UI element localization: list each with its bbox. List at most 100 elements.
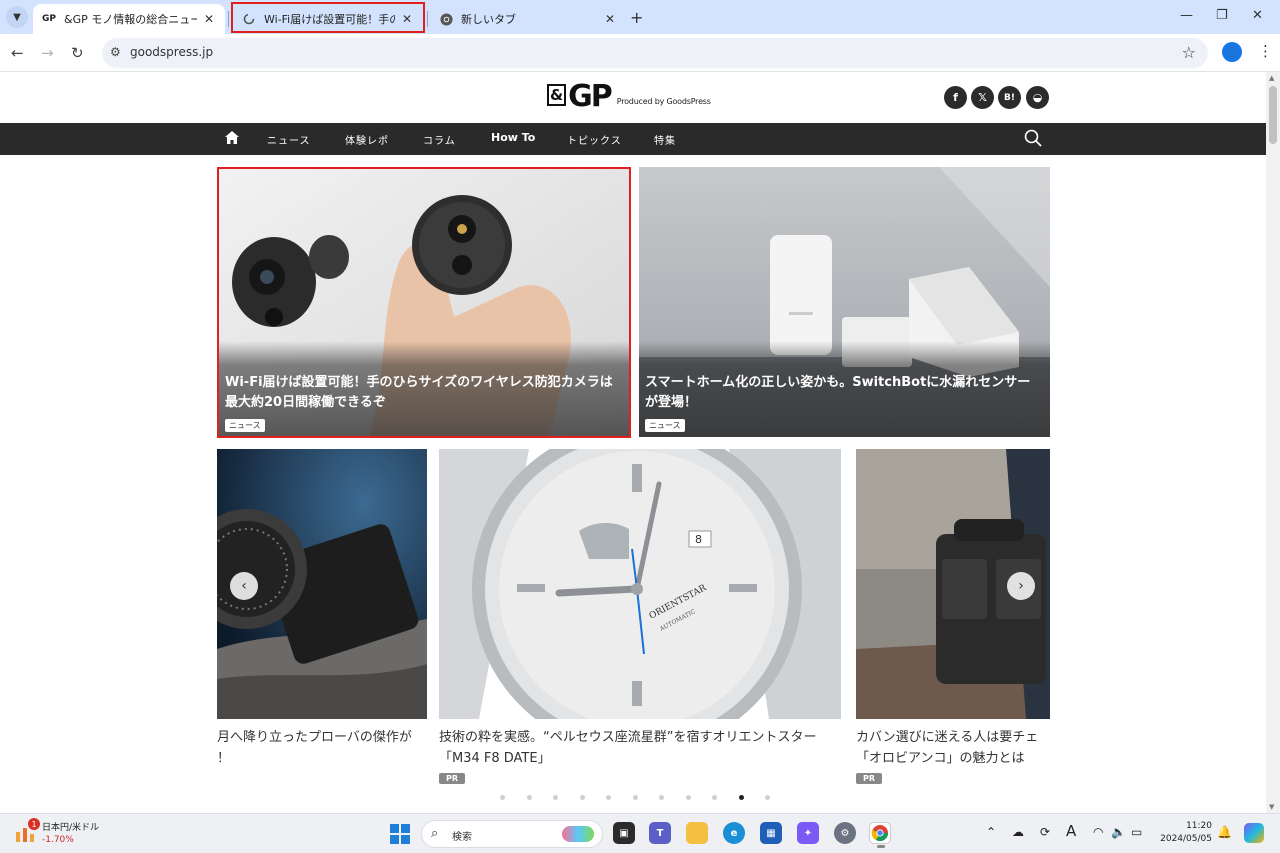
nav-features[interactable]: 特集 xyxy=(654,132,676,147)
chevron-down-icon: ▼ xyxy=(13,11,21,23)
carousel-dot[interactable] xyxy=(526,795,532,800)
back-arrow-icon[interactable]: ← xyxy=(11,44,24,62)
windows-start-icon[interactable] xyxy=(390,824,410,844)
tray-overflow-chevron-icon[interactable]: ⌃ xyxy=(986,825,996,839)
feature-highlight-box xyxy=(217,167,631,438)
ime-indicator[interactable]: A xyxy=(1066,822,1076,840)
tab-separator xyxy=(228,11,229,27)
copilot-pre-icon[interactable] xyxy=(1244,823,1264,843)
facebook-icon[interactable]: f xyxy=(944,86,967,109)
carousel-dot[interactable] xyxy=(685,795,691,800)
carousel-dot[interactable] xyxy=(553,795,558,800)
address-bar[interactable]: ⚙ goodspress.jp ☆ xyxy=(102,38,1208,68)
notifications-bell-icon[interactable]: 🔔 xyxy=(1217,825,1232,839)
browser-toolbar: ← → ↻ ⚙ goodspress.jp ☆ 👤 ⋮ xyxy=(0,34,1280,72)
caption-line: 技術の粋を実感。“ペルセウス座流星群”を宿すオリエントスター xyxy=(439,730,817,745)
wifi-icon[interactable]: ◠ xyxy=(1093,825,1103,839)
notification-badge: 1 xyxy=(28,818,40,830)
carousel-dot[interactable] xyxy=(579,795,585,800)
carousel-slide-orient-star[interactable]: 8 ORIENTSTAR AUTOMATIC xyxy=(439,449,841,719)
profile-avatar-icon[interactable]: 👤 xyxy=(1222,42,1242,62)
carousel-dot[interactable] xyxy=(606,795,611,800)
feature-card-switchbot[interactable]: スマートホーム化の正しい姿かも。SwitchBotに水漏れセンサーが登場！ ニュ… xyxy=(639,167,1050,437)
search-icon: ⌕ xyxy=(431,826,439,841)
gp-favicon-icon: GP xyxy=(42,14,56,24)
cloud-offline-icon[interactable]: ☁ xyxy=(1012,825,1024,839)
carousel-dot[interactable] xyxy=(500,795,505,800)
site-info-icon[interactable]: ⚙ xyxy=(110,45,121,59)
chrome-icon[interactable] xyxy=(869,822,891,848)
teams-icon[interactable]: T xyxy=(649,822,671,844)
microsoft-store-icon[interactable]: ▦ xyxy=(760,822,782,844)
restore-icon[interactable]: ❐ xyxy=(1216,8,1228,23)
nav-review[interactable]: 体験レポ xyxy=(345,132,389,147)
x-twitter-icon[interactable]: 𝕏 xyxy=(971,86,994,109)
carousel-next-arrow-icon[interactable]: › xyxy=(1007,572,1035,600)
logo-tagline: Produced by GoodsPress xyxy=(616,97,711,106)
volume-icon[interactable]: 🔈 xyxy=(1111,825,1126,839)
task-view-icon[interactable]: ▣ xyxy=(613,822,635,844)
site-nav: ニュース 体験レポ コラム How To トピックス 特集 xyxy=(0,123,1266,155)
bookmark-star-icon[interactable]: ☆ xyxy=(1182,43,1196,62)
close-icon[interactable]: ✕ xyxy=(602,12,618,26)
category-badge[interactable]: ニュース xyxy=(645,419,685,432)
pr-badge: PR xyxy=(856,773,883,784)
scroll-up-icon[interactable]: ▲ xyxy=(1269,74,1274,82)
reload-icon[interactable]: ↻ xyxy=(71,44,84,62)
copilot-icon[interactable]: ✦ xyxy=(797,822,819,844)
carousel-dot[interactable] xyxy=(738,795,744,800)
tab-goodspress-home[interactable]: GP &GP モノ情報の総合ニュースサイト ✕ xyxy=(33,4,225,34)
nav-topics[interactable]: トピックス xyxy=(567,132,622,147)
clock-time: 11:20 xyxy=(1186,821,1212,831)
carousel-prev-arrow-icon[interactable]: ‹ xyxy=(230,572,258,600)
tab-title: 新しいタブ xyxy=(461,13,516,26)
nav-howto[interactable]: How To xyxy=(491,131,535,144)
file-explorer-icon[interactable] xyxy=(686,822,708,844)
logo-amp: & xyxy=(547,84,567,106)
tab-search-button[interactable]: ▼ xyxy=(6,6,28,28)
window-close-icon[interactable]: ✕ xyxy=(1252,8,1263,23)
site-logo[interactable]: & GP Produced by GoodsPress xyxy=(547,82,711,112)
home-icon[interactable] xyxy=(225,130,239,148)
caption-line: 「M34 F8 DATE」 xyxy=(439,751,551,766)
search-highlight-icon xyxy=(562,826,594,842)
tab-separator xyxy=(427,11,428,27)
edge-icon[interactable]: e xyxy=(723,822,745,844)
feature-title[interactable]: スマートホーム化の正しい姿かも。SwitchBotに水漏れセンサーが登場！ xyxy=(645,373,1040,413)
carousel-caption-orient-star[interactable]: 技術の粋を実感。“ペルセウス座流星群”を宿すオリエントスター 「M34 F8 D… xyxy=(439,727,849,769)
pocket-icon[interactable]: ◒ xyxy=(1026,86,1049,109)
page-scrollbar[interactable]: ▲ ▼ xyxy=(1266,72,1280,813)
carousel-caption-omega[interactable]: 月へ降り立ったプローバの傑作が ！ xyxy=(217,727,429,769)
url-text[interactable]: goodspress.jp xyxy=(130,45,213,59)
carousel-dot[interactable] xyxy=(632,795,638,800)
hatena-bookmark-icon[interactable]: B! xyxy=(998,86,1021,109)
system-clock[interactable]: 11:20 2024/05/05 xyxy=(1160,820,1212,846)
nav-news[interactable]: ニュース xyxy=(267,132,311,147)
carousel-caption-orobianco[interactable]: カバン選びに迷える人は要チェ 「オロビアンコ」の魅力とは xyxy=(856,727,1050,769)
carousel-dot[interactable] xyxy=(765,795,770,800)
tab-new-tab[interactable]: 新しいタブ ✕ xyxy=(430,4,626,34)
chrome-icon xyxy=(438,11,454,27)
nav-column[interactable]: コラム xyxy=(423,132,456,147)
scrollbar-thumb[interactable] xyxy=(1269,86,1277,144)
fx-widget-label[interactable]: 日本円/米ドル xyxy=(42,820,99,833)
close-icon[interactable]: ✕ xyxy=(201,12,217,26)
new-tab-plus-icon[interactable]: + xyxy=(630,8,643,27)
tab-strip: ▼ GP &GP モノ情報の総合ニュースサイト ✕ Wi-Fi届けば設置可能！手… xyxy=(0,0,1280,34)
carousel-dot[interactable] xyxy=(712,795,717,800)
caption-line: カバン選びに迷える人は要チェ xyxy=(856,730,1039,745)
search-icon[interactable] xyxy=(1024,129,1042,152)
taskbar-search[interactable]: ⌕ 検索 xyxy=(421,820,603,848)
battery-icon[interactable]: ▭ xyxy=(1131,825,1142,839)
scroll-down-icon[interactable]: ▼ xyxy=(1269,803,1274,811)
browser-menu-icon[interactable]: ⋮ xyxy=(1258,42,1273,60)
minimize-icon[interactable]: — xyxy=(1180,8,1193,23)
logo-mark: & GP xyxy=(547,79,613,114)
logo-gp: GP xyxy=(568,79,613,114)
fx-widget-change[interactable]: -1.70% xyxy=(42,835,74,845)
forward-arrow-icon[interactable]: → xyxy=(41,44,54,62)
sync-icon[interactable]: ⟳ xyxy=(1040,825,1050,839)
settings-gear-icon[interactable]: ⚙ xyxy=(834,822,856,844)
clock-date: 2024/05/05 xyxy=(1160,834,1212,844)
carousel-dot[interactable] xyxy=(659,795,664,800)
